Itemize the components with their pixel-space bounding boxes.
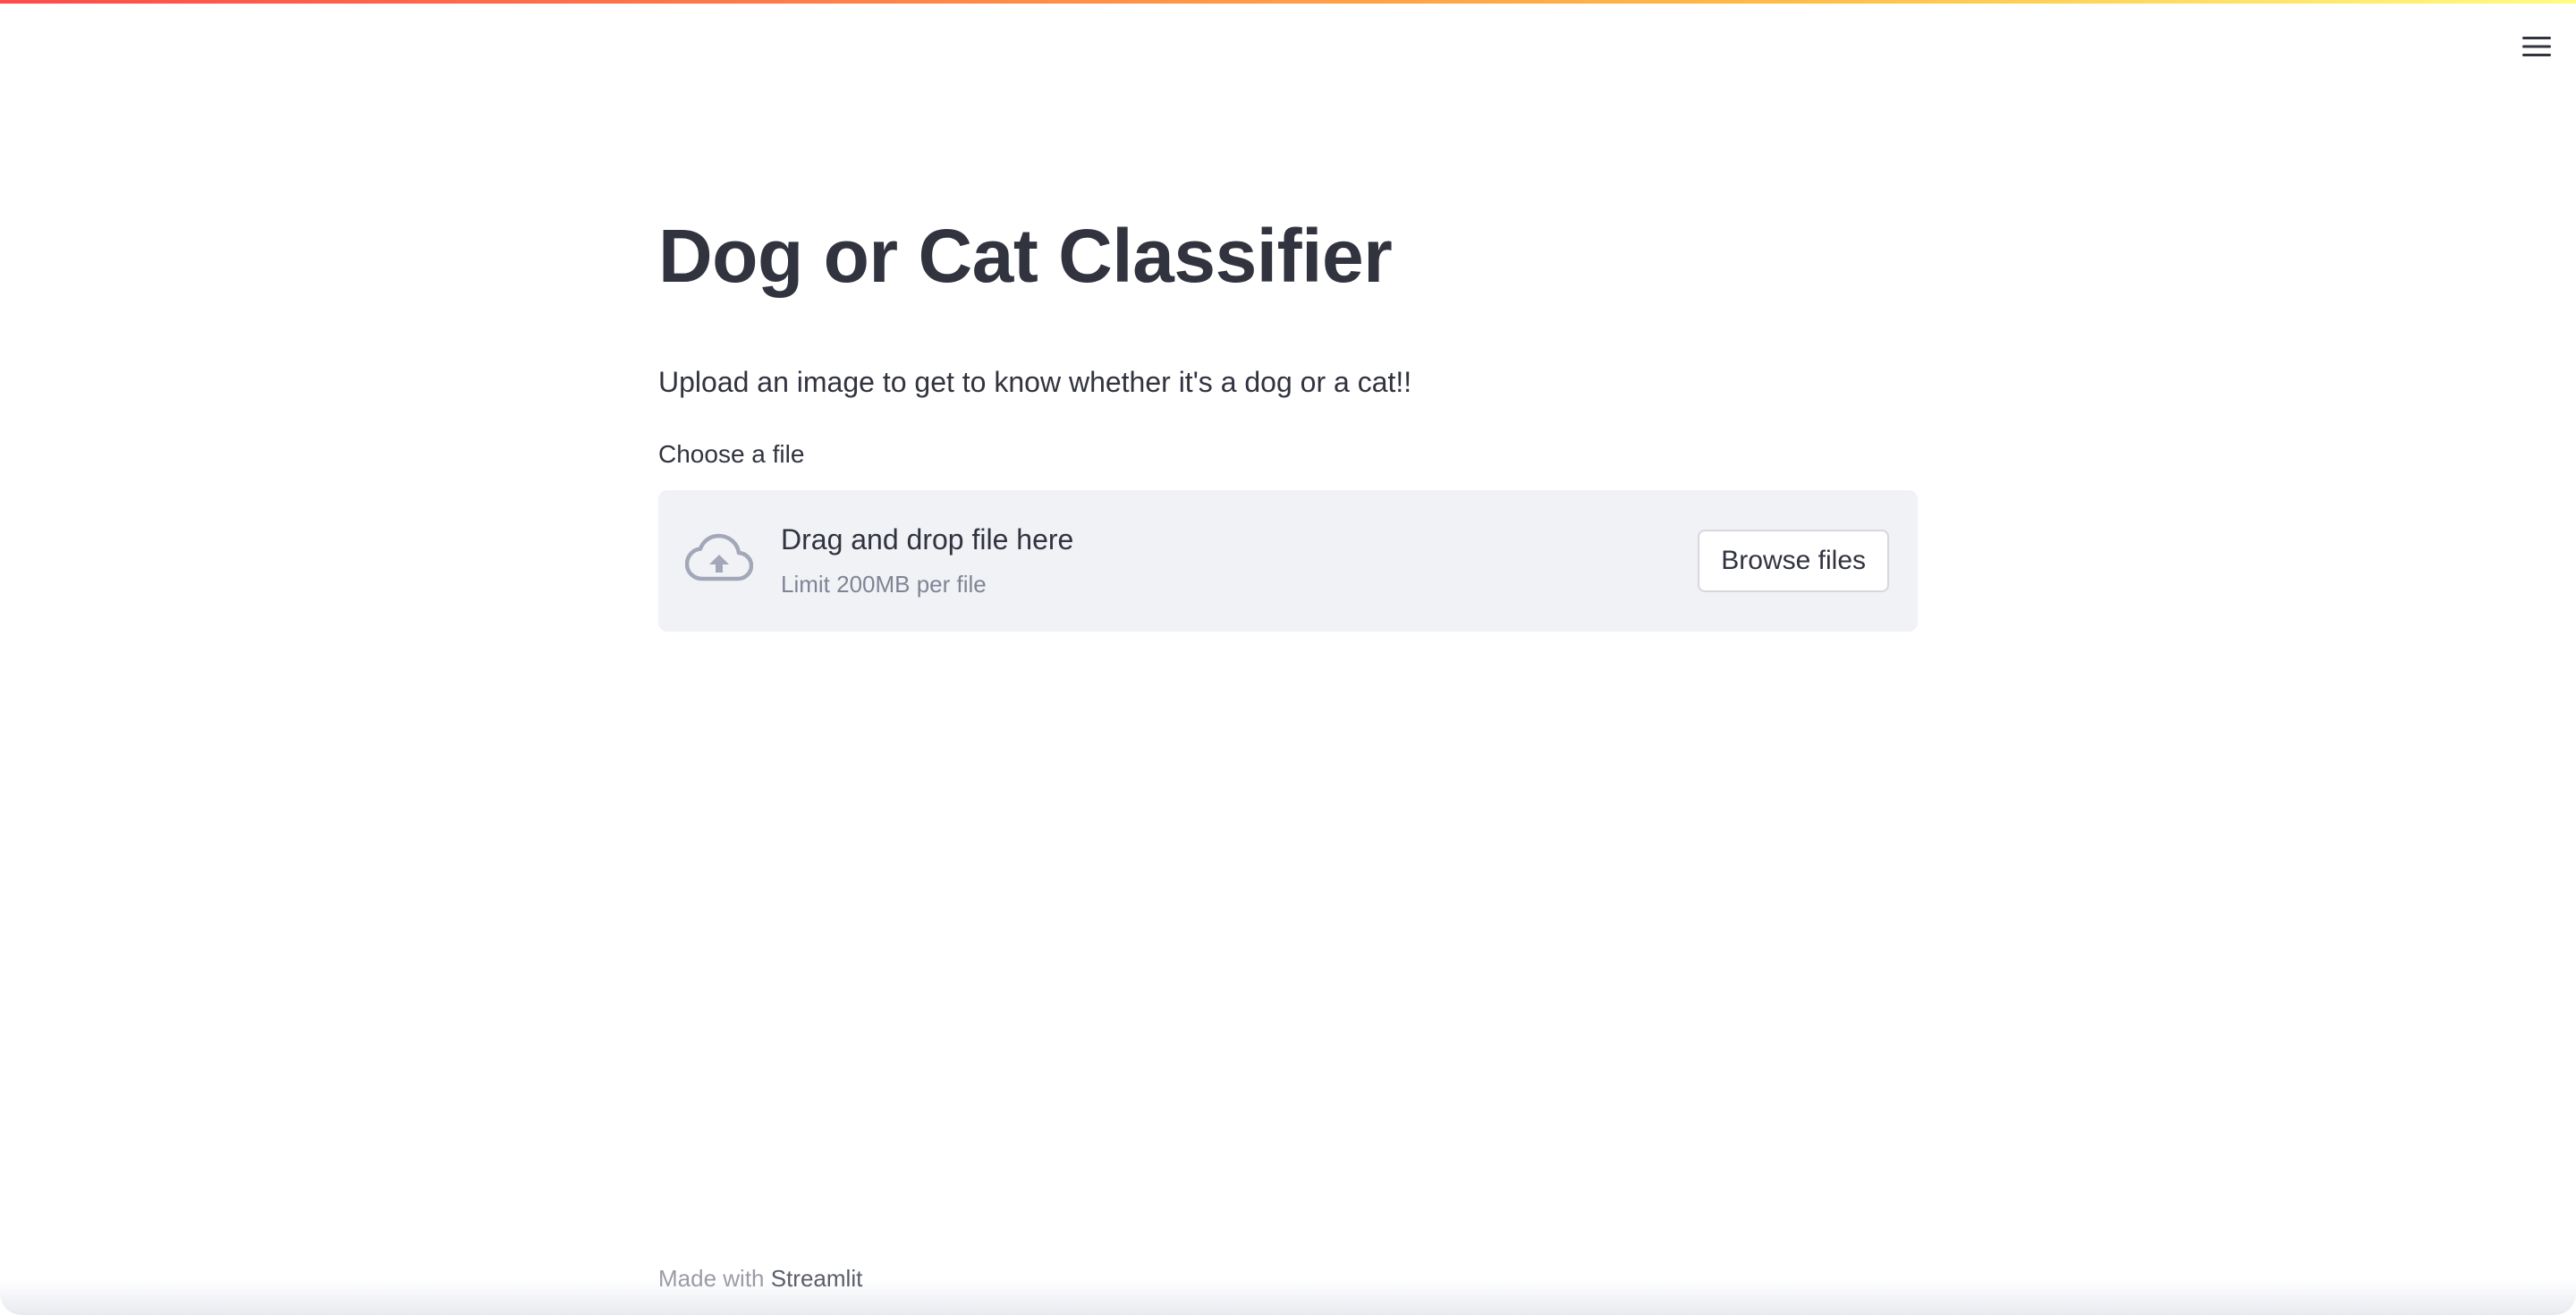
main-menu-button[interactable] xyxy=(2517,27,2556,66)
file-dropzone[interactable]: Drag and drop file here Limit 200MB per … xyxy=(658,490,1918,632)
dropzone-instructions: Drag and drop file here xyxy=(781,523,1074,556)
footer: Made with Streamlit xyxy=(658,1263,862,1294)
page-title: Dog or Cat Classifier xyxy=(658,214,1393,298)
browse-files-button[interactable]: Browse files xyxy=(1698,530,1889,592)
dropzone-size-limit: Limit 200MB per file xyxy=(781,571,987,598)
footer-shadow xyxy=(0,1279,2576,1315)
top-decoration-bar xyxy=(0,0,2576,4)
streamlit-link[interactable]: Streamlit xyxy=(771,1265,863,1292)
cloud-upload-icon xyxy=(685,533,753,581)
hamburger-menu-icon xyxy=(2522,37,2551,56)
file-uploader-label: Choose a file xyxy=(658,440,805,468)
page-subtitle: Upload an image to get to know whether i… xyxy=(658,366,1412,398)
footer-prefix: Made with xyxy=(658,1265,771,1292)
